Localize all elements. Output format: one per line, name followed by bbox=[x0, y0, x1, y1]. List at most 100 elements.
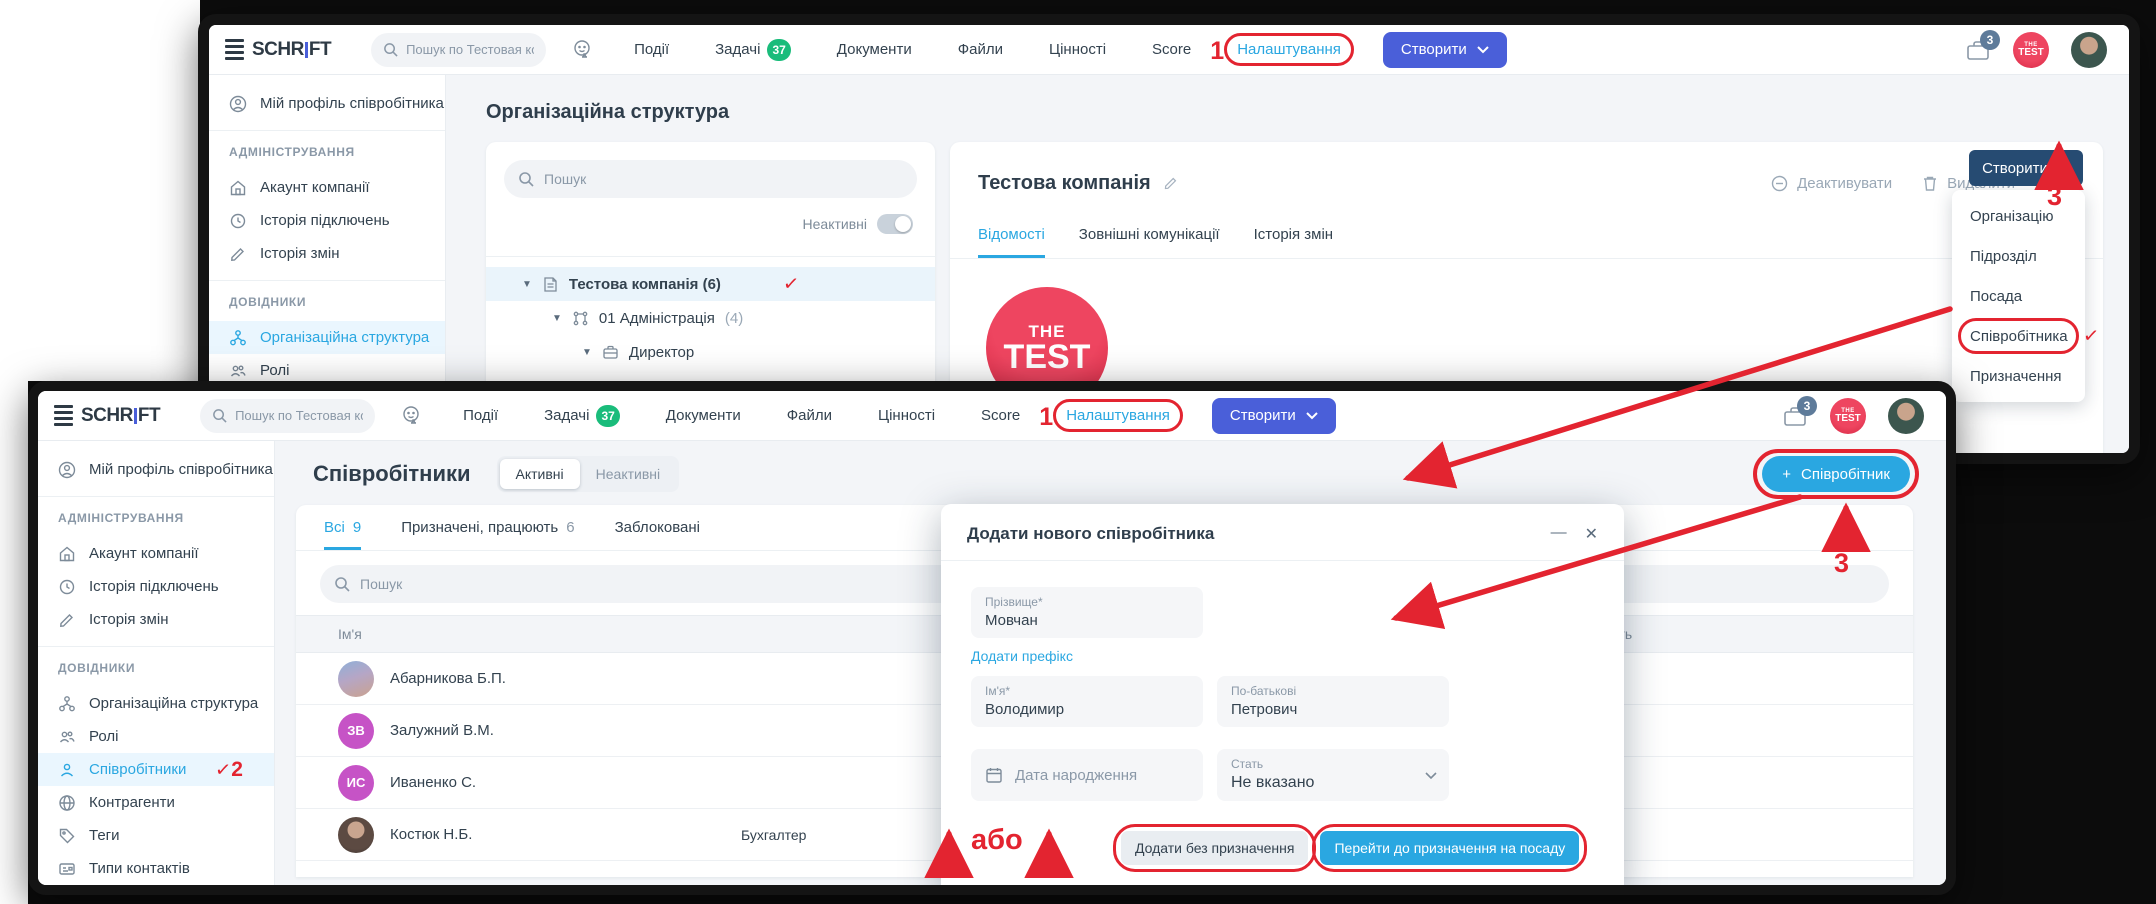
minimize-icon[interactable]: — bbox=[1551, 524, 1567, 544]
tab-all[interactable]: Всі9 bbox=[324, 505, 361, 550]
goto-assignment-button[interactable]: Перейти до призначення на посаду bbox=[1320, 831, 1579, 865]
gender-select[interactable]: Стать Не вказано bbox=[1217, 749, 1449, 801]
chevron-down-icon[interactable]: ▼ bbox=[582, 347, 592, 358]
search-input[interactable] bbox=[406, 42, 534, 57]
sidebar-item-employees[interactable]: Співробітники ✓2 bbox=[38, 753, 274, 786]
close-icon[interactable]: ✕ bbox=[1585, 524, 1598, 544]
nav-events[interactable]: Події bbox=[634, 41, 669, 58]
tab-blocked[interactable]: Заблоковані bbox=[615, 505, 700, 550]
nav-files[interactable]: Файли bbox=[958, 41, 1003, 58]
chevron-down-icon[interactable]: ▼ bbox=[552, 313, 562, 324]
nav-files[interactable]: Файли bbox=[787, 407, 832, 424]
company-logo-badge[interactable]: THETEST bbox=[1830, 398, 1866, 434]
sidebar-section-directories: ДОВІДНИКИ bbox=[229, 295, 425, 309]
surname-field[interactable]: Прізвище* bbox=[971, 587, 1203, 638]
create-dropdown-menu: Організацію Підрозділ Посада Співробітни… bbox=[1952, 190, 2085, 402]
nav-settings[interactable]: 1 Налаштування bbox=[1066, 407, 1170, 424]
birthdate-field[interactable]: Дата народження bbox=[971, 749, 1203, 801]
annotation-check: ✓ bbox=[782, 272, 800, 297]
menu-icon[interactable] bbox=[54, 405, 73, 426]
nav-settings[interactable]: 1 Налаштування bbox=[1237, 41, 1341, 58]
avatar: ИС bbox=[338, 765, 374, 801]
surname-input[interactable] bbox=[985, 612, 1189, 629]
tree-node-company[interactable]: ▼ Тестова компанія (6) ✓ bbox=[486, 267, 935, 301]
sidebar-item-org-structure[interactable]: Організаційна структура bbox=[38, 687, 274, 720]
patronymic-field[interactable]: По-батькові bbox=[1217, 676, 1449, 727]
sidebar-item-company-account[interactable]: Акаунт компанії bbox=[209, 171, 445, 204]
employees-content: Співробітники Активні Неактивні +Співроб… bbox=[275, 441, 1946, 885]
patronymic-input[interactable] bbox=[1231, 701, 1435, 718]
annotation-check: ✓ bbox=[2082, 324, 2100, 349]
global-search[interactable] bbox=[200, 399, 375, 433]
nav-tasks[interactable]: Задачі37 bbox=[544, 405, 620, 427]
sidebar-item-company-account[interactable]: Акаунт компанії bbox=[38, 537, 274, 570]
search-input[interactable] bbox=[235, 408, 363, 423]
notifications-icon[interactable]: 3 bbox=[1782, 405, 1808, 427]
nav-documents[interactable]: Документи bbox=[837, 41, 912, 58]
tree-node-director[interactable]: ▼ Директор bbox=[486, 335, 935, 369]
menu-item-assignment[interactable]: Призначення bbox=[1952, 356, 2085, 396]
create-button[interactable]: Створити bbox=[1212, 398, 1336, 434]
global-search[interactable] bbox=[371, 33, 546, 67]
mood-notification-icon[interactable] bbox=[401, 405, 423, 427]
user-avatar[interactable] bbox=[2071, 32, 2107, 68]
firstname-input[interactable] bbox=[985, 701, 1189, 718]
nav-score[interactable]: Score bbox=[1152, 41, 1191, 58]
sidebar-item-contact-types[interactable]: Типи контактів bbox=[38, 852, 274, 885]
sidebar-section-directories: ДОВІДНИКИ bbox=[58, 661, 254, 675]
inactive-toggle[interactable] bbox=[877, 214, 913, 234]
sidebar-item-change-history[interactable]: Історія змін bbox=[209, 237, 445, 270]
top-nav: SCHRFT Події Задачі37 Документи Файли Ці… bbox=[209, 25, 2129, 75]
history-icon bbox=[58, 578, 76, 596]
tree-node-administration[interactable]: ▼ 01 Адміністрація (4) bbox=[486, 301, 935, 335]
history-icon bbox=[229, 212, 247, 230]
roles-icon bbox=[58, 728, 76, 746]
add-employee-button[interactable]: +Співробітник bbox=[1762, 456, 1910, 492]
tree-search[interactable] bbox=[504, 160, 917, 198]
sidebar-item-my-profile[interactable]: Мій профіль співробітника bbox=[38, 453, 274, 486]
user-avatar[interactable] bbox=[1888, 398, 1924, 434]
sidebar-item-connection-history[interactable]: Історія підключень bbox=[38, 570, 274, 603]
tab-external-communications[interactable]: Зовнішні комунікації bbox=[1079, 226, 1220, 258]
deactivate-button[interactable]: Деактивувати bbox=[1771, 175, 1892, 192]
segment-active[interactable]: Активні bbox=[500, 459, 580, 489]
create-button[interactable]: Створити bbox=[1383, 32, 1507, 68]
mood-notification-icon[interactable] bbox=[572, 39, 594, 61]
org-structure-icon bbox=[58, 695, 76, 713]
firstname-field[interactable]: Ім'я* bbox=[971, 676, 1203, 727]
menu-item-employee[interactable]: Співробітника ✓ bbox=[1952, 316, 2085, 356]
search-icon bbox=[334, 576, 350, 592]
nav-values[interactable]: Цінності bbox=[878, 407, 935, 424]
menu-item-subdivision[interactable]: Підрозділ bbox=[1952, 236, 2085, 276]
chevron-down-icon[interactable]: ▼ bbox=[522, 279, 532, 290]
notification-count-badge: 3 bbox=[1980, 30, 2000, 50]
tab-details[interactable]: Відомості bbox=[978, 226, 1045, 258]
menu-icon[interactable] bbox=[225, 39, 244, 60]
nav-score[interactable]: Score bbox=[981, 407, 1020, 424]
nav-tasks[interactable]: Задачі37 bbox=[715, 39, 791, 61]
company-logo-badge[interactable]: THETEST bbox=[2013, 32, 2049, 68]
menu-item-position[interactable]: Посада bbox=[1952, 276, 2085, 316]
panel-create-button[interactable]: Створити bbox=[1969, 150, 2083, 186]
nav-events[interactable]: Події bbox=[463, 407, 498, 424]
sidebar-item-change-history[interactable]: Історія змін bbox=[38, 603, 274, 636]
menu-item-organization[interactable]: Організацію bbox=[1952, 196, 2085, 236]
tab-assigned-working[interactable]: Призначені, працюють6 bbox=[401, 505, 574, 550]
add-without-assignment-button[interactable]: Додати без призначення bbox=[1121, 831, 1308, 865]
nav-values[interactable]: Цінності bbox=[1049, 41, 1106, 58]
sidebar-item-counterparties[interactable]: Контрагенти bbox=[38, 786, 274, 819]
plus-icon: + bbox=[1782, 466, 1791, 483]
segment-inactive[interactable]: Неактивні bbox=[580, 459, 676, 489]
notifications-icon[interactable]: 3 bbox=[1965, 39, 1991, 61]
tab-change-history[interactable]: Історія змін bbox=[1254, 226, 1333, 258]
sidebar-item-connection-history[interactable]: Історія підключень bbox=[209, 204, 445, 237]
sidebar-item-roles[interactable]: Ролі bbox=[38, 720, 274, 753]
sidebar-item-org-structure[interactable]: Організаційна структура ✓2 bbox=[209, 321, 445, 354]
sidebar-item-tags[interactable]: Теги bbox=[38, 819, 274, 852]
add-prefix-link[interactable]: Додати префікс bbox=[971, 648, 1073, 664]
sidebar-item-my-profile[interactable]: Мій профіль співробітника bbox=[209, 87, 445, 120]
nav-documents[interactable]: Документи bbox=[666, 407, 741, 424]
page-margin bbox=[0, 0, 28, 904]
tree-search-input[interactable] bbox=[544, 171, 903, 187]
edit-icon[interactable] bbox=[1163, 175, 1179, 191]
